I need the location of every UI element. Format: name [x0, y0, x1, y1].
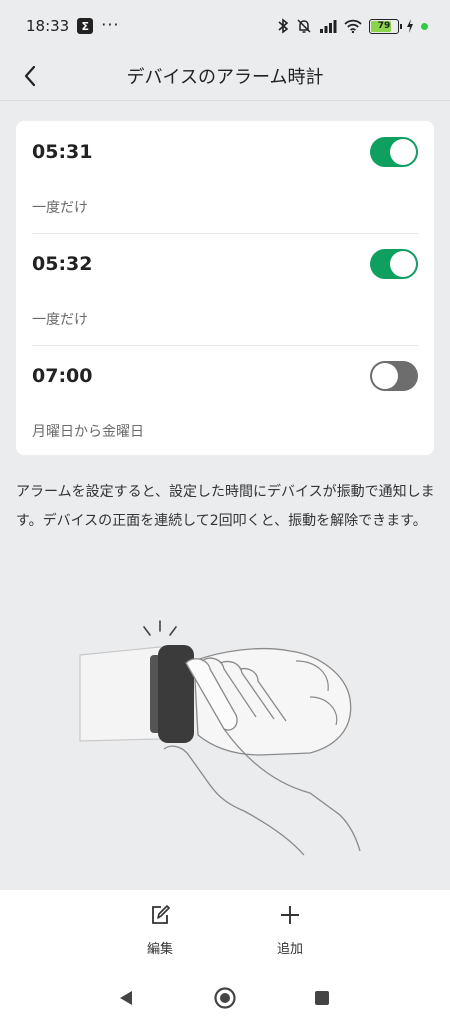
alarm-item[interactable]: 07:00 月曜日から金曜日: [16, 345, 434, 455]
status-right: 79: [277, 18, 428, 34]
alarm-toggle[interactable]: [370, 249, 418, 279]
edit-icon: [149, 902, 171, 928]
bottom-toolbar: 編集 追加: [0, 890, 450, 972]
page-title: デバイスのアラーム時計: [126, 67, 324, 88]
alarm-list: 05:31 一度だけ 05:32 一度だけ 07:00 月曜日から金曜日: [16, 121, 434, 455]
bell-off-icon: [297, 19, 311, 33]
status-left: 18:33 Σ ···: [26, 14, 120, 36]
alarm-toggle[interactable]: [370, 137, 418, 167]
alarm-repeat: 一度だけ: [32, 200, 88, 216]
wifi-icon: [344, 19, 362, 33]
signal-icon: [320, 20, 337, 33]
toggle-knob: [390, 139, 416, 165]
edit-label: 編集: [146, 942, 173, 957]
add-button[interactable]: 追加: [255, 902, 325, 962]
add-label: 追加: [276, 942, 303, 957]
system-nav-bar: [0, 972, 450, 1024]
alarm-time: 05:31: [32, 141, 93, 163]
toggle-knob: [390, 251, 416, 277]
app-notification-icon: Σ: [77, 18, 94, 34]
chevron-left-icon: [24, 65, 36, 87]
circle-home-icon: [214, 987, 236, 1009]
square-recent-icon: [315, 991, 329, 1005]
header: デバイスのアラーム時計: [0, 52, 450, 100]
back-button[interactable]: [10, 56, 50, 96]
alarm-repeat: 月曜日から金曜日: [32, 424, 144, 440]
triangle-back-icon: [120, 991, 132, 1005]
nav-back-button[interactable]: [110, 982, 142, 1014]
alarm-time: 05:32: [32, 253, 93, 275]
plus-icon: [279, 902, 301, 928]
screen: 18:33 Σ ··· 79 デバイスのアラーム時計 05:31 一度だけ 05…: [0, 0, 450, 1024]
tap-band-illustration: [79, 620, 361, 856]
nav-recent-button[interactable]: [306, 982, 338, 1014]
alarm-description: アラームを設定すると、設定した時間にデバイスが振動で通知します。デバイスの正面を…: [16, 484, 435, 529]
alarm-item[interactable]: 05:32 一度だけ: [16, 233, 434, 345]
battery-level: 79: [377, 21, 391, 31]
status-bar: 18:33 Σ ··· 79: [0, 0, 450, 52]
green-dot-icon: [421, 22, 428, 30]
toggle-knob: [372, 363, 398, 389]
status-time: 18:33: [26, 17, 70, 35]
more-notifications-icon: ···: [101, 14, 120, 34]
bluetooth-icon: [278, 18, 289, 34]
charging-icon: [407, 19, 413, 33]
header-divider: [0, 100, 450, 101]
battery-icon: 79: [369, 18, 402, 34]
alarm-repeat: 一度だけ: [32, 312, 88, 328]
alarm-toggle[interactable]: [370, 361, 418, 391]
alarm-item[interactable]: 05:31 一度だけ: [16, 121, 434, 233]
nav-home-button[interactable]: [209, 982, 241, 1014]
alarm-time: 07:00: [32, 365, 93, 387]
edit-button[interactable]: 編集: [125, 902, 195, 962]
